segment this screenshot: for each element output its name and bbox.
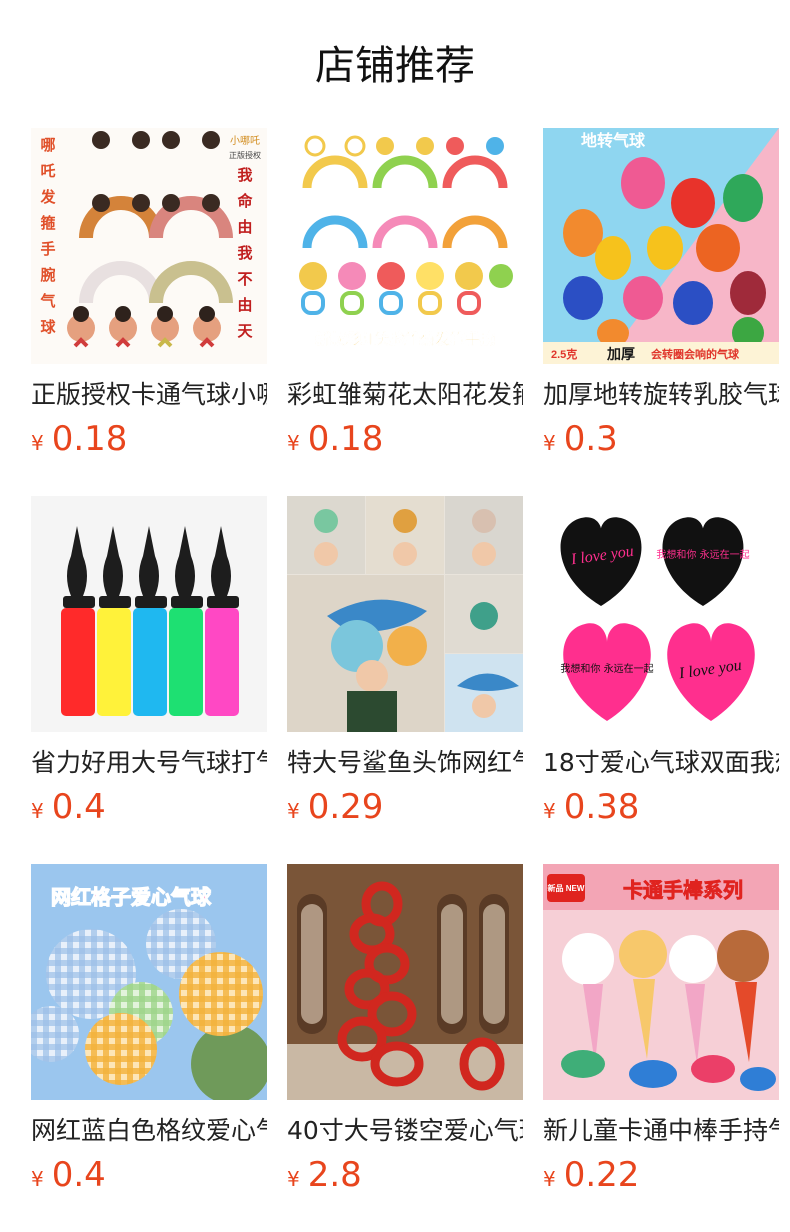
product-card[interactable]: 40寸大号镂空爱心气球 ¥2.8 (287, 864, 523, 1232)
product-name[interactable]: 省力好用大号气球打气筒 (31, 746, 267, 780)
product-card[interactable]: 新款彩虹笑脸雏菊发箍手腕 彩虹雏菊花太阳花发箍手腕气球 ¥0.18 (287, 128, 523, 496)
image-caption: 我想和你 永远在一起 (560, 662, 653, 675)
product-name[interactable]: 加厚地转旋转乳胶气球 (543, 378, 779, 412)
product-card[interactable]: 新品 NEW 卡通手棒系列 新儿童卡通中棒手持气球 ¥0.22 (543, 864, 779, 1232)
currency-symbol: ¥ (287, 799, 300, 823)
image-caption: 不 (237, 271, 252, 288)
price-value: 0.18 (307, 419, 384, 459)
image-caption: 吒 (40, 163, 55, 180)
price-value: 0.4 (51, 1155, 106, 1195)
image-caption: 卡通手棒系列 (623, 878, 743, 902)
image-caption: 天 (237, 323, 253, 340)
currency-symbol: ¥ (31, 799, 44, 823)
currency-symbol: ¥ (31, 431, 44, 455)
price-value: 0.38 (563, 787, 640, 827)
image-caption: 箍 (40, 214, 55, 232)
product-image[interactable]: 哪 吒 发 箍 手 腕 气 球 我 命 由 我 不 由 天 小哪吒 正版授权 (31, 128, 267, 364)
image-caption: 哪 (40, 137, 55, 154)
image-caption: 由 (237, 218, 252, 236)
image-caption: 我想和你 永远在一起 (656, 548, 749, 561)
product-grid: 哪 吒 发 箍 手 腕 气 球 我 命 由 我 不 由 天 小哪吒 正版授权 正… (31, 128, 781, 1232)
currency-symbol: ¥ (543, 431, 556, 455)
image-caption: 气 (39, 292, 55, 310)
currency-symbol: ¥ (287, 431, 300, 455)
image-caption: 命 (236, 192, 253, 210)
product-name[interactable]: 网红蓝白色格纹爱心气球 (31, 1114, 267, 1148)
product-card[interactable]: 网红格子爱心气球 网红蓝白色格纹爱心气球 ¥0.4 (31, 864, 267, 1232)
price-value: 2.8 (307, 1155, 362, 1195)
image-caption: 我 (237, 244, 252, 262)
product-image[interactable] (287, 864, 523, 1100)
page-title: 店铺推荐 (315, 43, 475, 89)
product-price: ¥0.38 (543, 786, 779, 828)
product-price: ¥0.4 (31, 1154, 267, 1196)
currency-symbol: ¥ (543, 799, 556, 823)
new-badge: 新品 NEW (548, 883, 585, 893)
image-caption: 2.5克 (551, 347, 577, 361)
product-price: ¥0.18 (31, 418, 267, 460)
product-name[interactable]: 彩虹雏菊花太阳花发箍手腕气球 (287, 378, 523, 412)
product-card[interactable]: 省力好用大号气球打气筒 ¥0.4 (31, 496, 267, 864)
product-price: ¥0.4 (31, 786, 267, 828)
image-caption: 网红格子爱心气球 (51, 885, 212, 909)
image-badge: 小哪吒 (230, 135, 260, 147)
currency-symbol: ¥ (31, 1167, 44, 1191)
currency-symbol: ¥ (543, 1167, 556, 1191)
price-value: 0.22 (563, 1155, 640, 1195)
product-price: ¥2.8 (287, 1154, 523, 1196)
image-subcaption: 正版授权 (229, 150, 261, 160)
price-value: 0.18 (51, 419, 128, 459)
product-name[interactable]: 特大号鲨鱼头饰网红气球 (287, 746, 523, 780)
product-card[interactable]: 特大号鲨鱼头饰网红气球 ¥0.29 (287, 496, 523, 864)
image-caption: 由 (237, 296, 252, 314)
currency-symbol: ¥ (287, 1167, 300, 1191)
product-image[interactable]: 网红格子爱心气球 (31, 864, 267, 1100)
product-image[interactable] (31, 496, 267, 732)
image-caption: 球 (40, 318, 56, 336)
image-caption: 会转圈会响的气球 (651, 347, 740, 361)
image-caption: 腕 (40, 266, 55, 284)
product-image[interactable]: 新款彩虹笑脸雏菊发箍手腕 (287, 128, 523, 364)
product-card[interactable]: 地转气球 2.5克 加厚 会转圈会响的气球 加厚地转旋转乳胶气球 ¥ 0.3 (543, 128, 779, 496)
price-value: 0.29 (307, 787, 384, 827)
image-caption: 新款彩虹笑脸雏菊发箍手腕 (315, 330, 495, 348)
image-caption: 手 (40, 240, 55, 258)
product-price: ¥0.3 (543, 418, 779, 460)
price-value: 0.4 (51, 787, 106, 827)
image-caption: 加厚 (606, 346, 635, 362)
image-caption: 地转气球 (581, 131, 646, 150)
product-card[interactable]: I love you I love you 我想和你 永远在一起 我想和你 永远… (543, 496, 779, 864)
image-caption: 发 (39, 188, 56, 206)
product-price: ¥0.22 (543, 1154, 779, 1196)
product-image[interactable]: I love you I love you 我想和你 永远在一起 我想和你 永远… (543, 496, 779, 732)
price-value: 0.3 (563, 419, 618, 459)
product-name[interactable]: 正版授权卡通气球小哪吒发箍手腕气球 (31, 378, 267, 412)
product-price: ¥0.18 (287, 418, 523, 460)
product-name[interactable]: 18寸爱心气球双面我想和你永远在一起 (543, 746, 779, 780)
product-name[interactable]: 新儿童卡通中棒手持气球 (543, 1114, 779, 1148)
product-image[interactable] (287, 496, 523, 732)
image-caption: 我 (237, 166, 252, 184)
product-image[interactable]: 地转气球 2.5克 加厚 会转圈会响的气球 (543, 128, 779, 364)
product-card[interactable]: 哪 吒 发 箍 手 腕 气 球 我 命 由 我 不 由 天 小哪吒 正版授权 正… (31, 128, 267, 496)
product-image[interactable]: 新品 NEW 卡通手棒系列 (543, 864, 779, 1100)
product-price: ¥0.29 (287, 786, 523, 828)
product-name[interactable]: 40寸大号镂空爱心气球 (287, 1114, 523, 1148)
